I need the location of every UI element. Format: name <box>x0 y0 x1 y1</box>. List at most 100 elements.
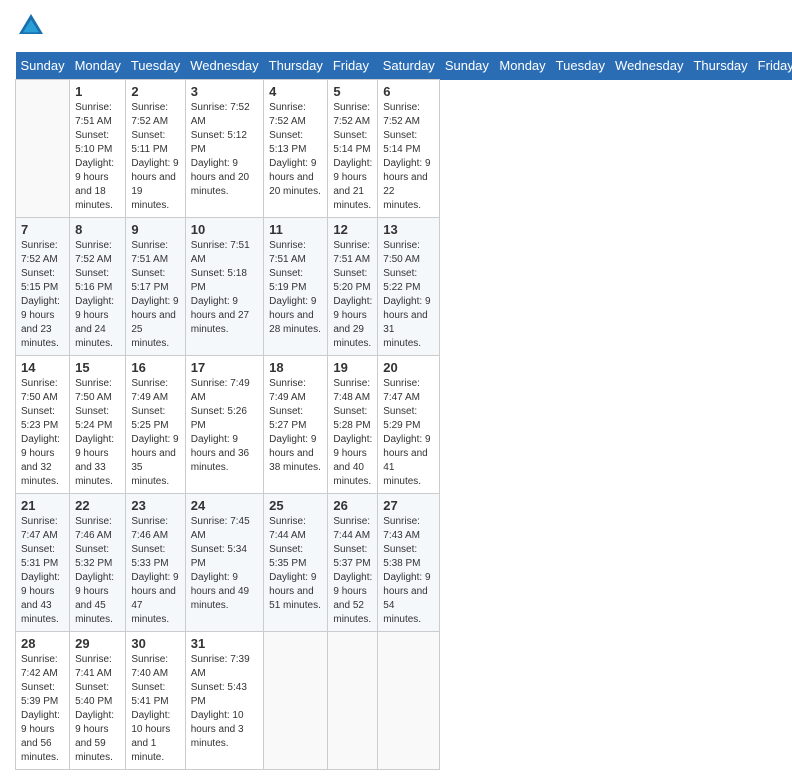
day-info: Sunrise: 7:44 AMSunset: 5:37 PMDaylight:… <box>333 515 372 627</box>
col-header-sunday: Sunday <box>16 52 70 80</box>
day-number: 29 <box>75 636 120 651</box>
day-info: Sunrise: 7:39 AMSunset: 5:43 PMDaylight:… <box>191 653 258 751</box>
day-number: 22 <box>75 498 120 513</box>
day-info: Sunrise: 7:52 AMSunset: 5:14 PMDaylight:… <box>333 101 372 213</box>
day-cell: 22 Sunrise: 7:46 AMSunset: 5:32 PMDayligh… <box>70 494 126 632</box>
day-cell <box>264 632 328 770</box>
day-cell: 10 Sunrise: 7:51 AMSunset: 5:18 PMDayligh… <box>185 218 263 356</box>
day-cell: 28Sunrise: 7:42 AMSunset: 5:39 PMDayligh… <box>16 632 70 770</box>
day-cell: 29 Sunrise: 7:41 AMSunset: 5:40 PMDayligh… <box>70 632 126 770</box>
day-info: Sunrise: 7:46 AMSunset: 5:32 PMDaylight:… <box>75 515 120 627</box>
day-cell: 27 Sunrise: 7:43 AMSunset: 5:38 PMDayligh… <box>378 494 440 632</box>
day-cell: 23Sunrise: 7:46 AMSunset: 5:33 PMDayligh… <box>126 494 185 632</box>
day-cell: 16Sunrise: 7:49 AMSunset: 5:25 PMDayligh… <box>126 356 185 494</box>
day-cell: 9 Sunrise: 7:51 AMSunset: 5:17 PMDaylight… <box>126 218 185 356</box>
day-cell: 31 Sunrise: 7:39 AMSunset: 5:43 PMDayligh… <box>185 632 263 770</box>
day-number: 4 <box>269 84 322 99</box>
logo-icon <box>15 10 47 42</box>
day-info: Sunrise: 7:44 AMSunset: 5:35 PMDaylight:… <box>269 515 322 613</box>
col-header-monday: Monday <box>494 52 550 80</box>
day-info: Sunrise: 7:52 AMSunset: 5:14 PMDaylight:… <box>383 101 434 213</box>
col-header-monday: Monday <box>70 52 126 80</box>
day-number: 24 <box>191 498 258 513</box>
col-header-wednesday: Wednesday <box>185 52 263 80</box>
day-info: Sunrise: 7:51 AMSunset: 5:19 PMDaylight:… <box>269 239 322 337</box>
week-row-4: 21Sunrise: 7:47 AMSunset: 5:31 PMDayligh… <box>16 494 792 632</box>
day-info: Sunrise: 7:48 AMSunset: 5:28 PMDaylight:… <box>333 377 372 489</box>
header-row: SundayMondayTuesdayWednesdayThursdayFrid… <box>16 52 792 80</box>
day-info: Sunrise: 7:41 AMSunset: 5:40 PMDaylight:… <box>75 653 120 765</box>
day-cell: 4 Sunrise: 7:52 AMSunset: 5:13 PMDaylight… <box>264 80 328 218</box>
day-cell: 25Sunrise: 7:44 AMSunset: 5:35 PMDayligh… <box>264 494 328 632</box>
col-header-tuesday: Tuesday <box>126 52 185 80</box>
day-number: 16 <box>131 360 179 375</box>
day-cell: 30Sunrise: 7:40 AMSunset: 5:41 PMDayligh… <box>126 632 185 770</box>
day-number: 18 <box>269 360 322 375</box>
col-header-thursday: Thursday <box>688 52 752 80</box>
day-number: 5 <box>333 84 372 99</box>
day-info: Sunrise: 7:52 AMSunset: 5:13 PMDaylight:… <box>269 101 322 199</box>
day-cell: 8 Sunrise: 7:52 AMSunset: 5:16 PMDaylight… <box>70 218 126 356</box>
day-info: Sunrise: 7:42 AMSunset: 5:39 PMDaylight:… <box>21 653 64 765</box>
day-info: Sunrise: 7:49 AMSunset: 5:27 PMDaylight:… <box>269 377 322 475</box>
day-cell <box>16 80 70 218</box>
day-number: 12 <box>333 222 372 237</box>
col-header-wednesday: Wednesday <box>610 52 688 80</box>
week-row-1: 1Sunrise: 7:51 AMSunset: 5:10 PMDaylight… <box>16 80 792 218</box>
day-info: Sunrise: 7:47 AMSunset: 5:29 PMDaylight:… <box>383 377 434 489</box>
day-number: 31 <box>191 636 258 651</box>
day-info: Sunrise: 7:50 AMSunset: 5:24 PMDaylight:… <box>75 377 120 489</box>
day-cell: 24 Sunrise: 7:45 AMSunset: 5:34 PMDayligh… <box>185 494 263 632</box>
day-info: Sunrise: 7:50 AMSunset: 5:22 PMDaylight:… <box>383 239 434 351</box>
day-number: 17 <box>191 360 258 375</box>
day-number: 26 <box>333 498 372 513</box>
day-cell: 14 Sunrise: 7:50 AMSunset: 5:23 PMDayligh… <box>16 356 70 494</box>
logo <box>15 10 51 42</box>
day-info: Sunrise: 7:43 AMSunset: 5:38 PMDaylight:… <box>383 515 434 627</box>
day-info: Sunrise: 7:52 AMSunset: 5:12 PMDaylight:… <box>191 101 258 199</box>
col-header-friday: Friday <box>328 52 378 80</box>
day-cell: 26 Sunrise: 7:44 AMSunset: 5:37 PMDayligh… <box>328 494 378 632</box>
day-info: Sunrise: 7:50 AMSunset: 5:23 PMDaylight:… <box>21 377 64 489</box>
day-cell <box>378 632 440 770</box>
day-cell: 15 Sunrise: 7:50 AMSunset: 5:24 PMDayligh… <box>70 356 126 494</box>
day-number: 8 <box>75 222 120 237</box>
day-info: Sunrise: 7:51 AMSunset: 5:17 PMDaylight:… <box>131 239 179 351</box>
day-info: Sunrise: 7:52 AMSunset: 5:16 PMDaylight:… <box>75 239 120 351</box>
week-row-3: 14 Sunrise: 7:50 AMSunset: 5:23 PMDayligh… <box>16 356 792 494</box>
day-number: 30 <box>131 636 179 651</box>
day-cell: 1Sunrise: 7:51 AMSunset: 5:10 PMDaylight… <box>70 80 126 218</box>
day-cell: 7 Sunrise: 7:52 AMSunset: 5:15 PMDaylight… <box>16 218 70 356</box>
day-cell <box>328 632 378 770</box>
day-info: Sunrise: 7:52 AMSunset: 5:11 PMDaylight:… <box>131 101 179 213</box>
day-number: 10 <box>191 222 258 237</box>
col-header-tuesday: Tuesday <box>551 52 610 80</box>
day-number: 6 <box>383 84 434 99</box>
day-cell: 5 Sunrise: 7:52 AMSunset: 5:14 PMDaylight… <box>328 80 378 218</box>
day-cell: 3Sunrise: 7:52 AMSunset: 5:12 PMDaylight… <box>185 80 263 218</box>
day-number: 9 <box>131 222 179 237</box>
day-cell: 12 Sunrise: 7:51 AMSunset: 5:20 PMDayligh… <box>328 218 378 356</box>
day-cell: 17Sunrise: 7:49 AMSunset: 5:26 PMDayligh… <box>185 356 263 494</box>
day-number: 7 <box>21 222 64 237</box>
day-number: 13 <box>383 222 434 237</box>
col-header-sunday: Sunday <box>440 52 495 80</box>
day-info: Sunrise: 7:51 AMSunset: 5:20 PMDaylight:… <box>333 239 372 351</box>
day-number: 27 <box>383 498 434 513</box>
day-cell: 2Sunrise: 7:52 AMSunset: 5:11 PMDaylight… <box>126 80 185 218</box>
day-info: Sunrise: 7:51 AMSunset: 5:18 PMDaylight:… <box>191 239 258 337</box>
day-number: 19 <box>333 360 372 375</box>
day-cell: 20 Sunrise: 7:47 AMSunset: 5:29 PMDayligh… <box>378 356 440 494</box>
day-number: 1 <box>75 84 120 99</box>
col-header-thursday: Thursday <box>264 52 328 80</box>
day-number: 20 <box>383 360 434 375</box>
day-cell: 13 Sunrise: 7:50 AMSunset: 5:22 PMDayligh… <box>378 218 440 356</box>
day-cell: 21Sunrise: 7:47 AMSunset: 5:31 PMDayligh… <box>16 494 70 632</box>
day-number: 14 <box>21 360 64 375</box>
day-number: 11 <box>269 222 322 237</box>
day-info: Sunrise: 7:52 AMSunset: 5:15 PMDaylight:… <box>21 239 64 351</box>
day-cell: 18 Sunrise: 7:49 AMSunset: 5:27 PMDayligh… <box>264 356 328 494</box>
week-row-2: 7 Sunrise: 7:52 AMSunset: 5:15 PMDaylight… <box>16 218 792 356</box>
day-info: Sunrise: 7:45 AMSunset: 5:34 PMDaylight:… <box>191 515 258 613</box>
day-number: 15 <box>75 360 120 375</box>
